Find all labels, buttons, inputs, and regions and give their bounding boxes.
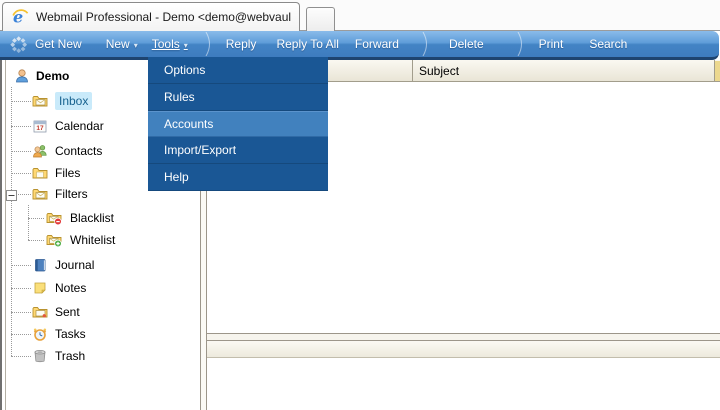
browser-tab-active[interactable]: e Webmail Professional - Demo <demo@webv… — [2, 2, 300, 31]
whitelist-folder-icon — [46, 232, 62, 248]
files-folder-icon — [32, 165, 48, 181]
sync-spinner-icon — [10, 36, 27, 53]
folder-label: Trash — [55, 349, 85, 363]
calendar-icon: 17 — [32, 118, 48, 134]
search-button[interactable]: Search — [589, 37, 627, 51]
chevron-down-icon: ▾ — [184, 41, 188, 50]
webmail-app-window: e Webmail Professional - Demo <demo@webv… — [0, 0, 720, 410]
folder-label: Journal — [55, 258, 94, 272]
folder-label: Blacklist — [70, 211, 114, 225]
folder-label: Whitelist — [70, 233, 115, 247]
collapse-expander-icon[interactable] — [6, 188, 17, 199]
chevron-down-icon: ▾ — [134, 41, 138, 50]
menu-item-options[interactable]: Options — [148, 57, 328, 84]
folder-label: Contacts — [55, 144, 102, 158]
sidebar-item-blacklist[interactable]: Blacklist — [6, 207, 114, 229]
notes-icon — [32, 280, 48, 296]
preview-pane-body — [207, 358, 720, 410]
menu-item-help[interactable]: Help — [148, 164, 328, 191]
tab-title: Webmail Professional - Demo <demo@webvau… — [36, 10, 291, 24]
toolbar-separator — [516, 32, 526, 56]
tasks-icon — [32, 326, 48, 342]
folder-label: Sent — [55, 305, 80, 319]
filters-folder-icon — [32, 186, 48, 202]
internet-explorer-icon: e — [11, 8, 29, 26]
folder-label: Notes — [55, 281, 86, 295]
sidebar-item-notes[interactable]: Notes — [6, 277, 86, 299]
folder-label: Files — [55, 166, 80, 180]
tools-button[interactable]: Tools▾ — [152, 37, 188, 51]
tools-dropdown-menu: Options Rules Accounts Import/Export Hel… — [148, 57, 328, 191]
svg-text:17: 17 — [36, 125, 44, 132]
inbox-folder-icon — [32, 93, 48, 109]
sidebar-item-filters[interactable]: Filters — [6, 183, 88, 205]
sidebar-item-whitelist[interactable]: Whitelist — [6, 229, 115, 251]
trash-icon — [32, 348, 48, 364]
column-divider[interactable] — [412, 60, 413, 82]
folder-label: Tasks — [55, 327, 86, 341]
sidebar-item-trash[interactable]: Trash — [6, 345, 85, 367]
folder-label: Filters — [55, 187, 88, 201]
print-button[interactable]: Print — [539, 37, 564, 51]
sidebar-item-inbox[interactable]: Inbox — [6, 90, 92, 112]
mail-toolbar: Get New New▾ Tools▾ Reply Reply To All F… — [0, 31, 719, 60]
column-header-subject[interactable]: Subject — [419, 64, 459, 78]
menu-item-import-export[interactable]: Import/Export — [148, 137, 328, 164]
browser-tab-bar: e Webmail Professional - Demo <demo@webv… — [0, 0, 720, 31]
sidebar-item-journal[interactable]: Journal — [6, 254, 94, 276]
blacklist-folder-icon — [46, 210, 62, 226]
reply-to-all-button[interactable]: Reply To All — [276, 37, 338, 51]
sidebar-item-tasks[interactable]: Tasks — [6, 323, 86, 345]
sidebar-item-contacts[interactable]: Contacts — [6, 140, 102, 162]
delete-button[interactable]: Delete — [449, 37, 484, 51]
menu-item-accounts[interactable]: Accounts — [148, 111, 328, 137]
journal-icon — [32, 257, 48, 273]
sidebar-item-account[interactable]: Demo — [6, 65, 69, 87]
toolbar-separator — [204, 32, 214, 56]
contacts-icon — [32, 143, 48, 159]
folder-label: Calendar — [55, 119, 104, 133]
preview-pane-header — [207, 340, 720, 358]
menu-item-rules[interactable]: Rules — [148, 84, 328, 111]
user-icon — [14, 68, 30, 84]
toolbar-separator — [421, 32, 431, 56]
get-new-button[interactable]: Get New — [35, 37, 82, 51]
folder-label: Inbox — [55, 92, 92, 110]
new-button[interactable]: New▾ — [106, 37, 138, 51]
sent-folder-icon — [32, 304, 48, 320]
forward-button[interactable]: Forward — [355, 37, 399, 51]
account-name-label: Demo — [36, 69, 69, 83]
reply-button[interactable]: Reply — [226, 37, 257, 51]
sidebar-item-sent[interactable]: Sent — [6, 301, 80, 323]
sidebar-item-files[interactable]: Files — [6, 162, 80, 184]
window-left-border — [0, 60, 2, 410]
flag-column-sliver — [715, 61, 720, 81]
new-tab-button[interactable] — [306, 7, 335, 32]
sidebar-item-calendar[interactable]: 17 Calendar — [6, 115, 104, 137]
